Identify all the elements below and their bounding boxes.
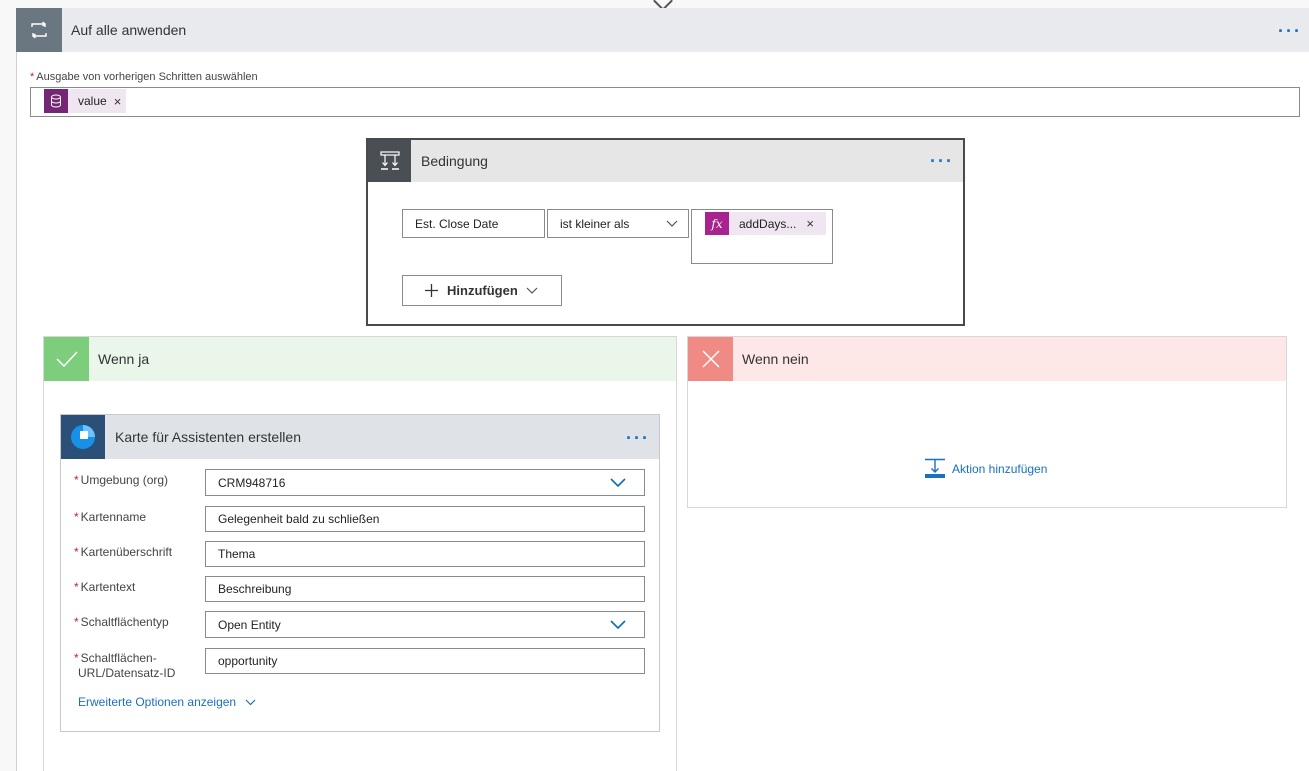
- advanced-options-link[interactable]: Erweiterte Optionen anzeigen: [78, 695, 256, 709]
- add-condition-label: Hinzufügen: [447, 283, 518, 298]
- button-type-value: Open Entity: [218, 617, 281, 632]
- field-label-text: Kartenname: [80, 510, 147, 524]
- output-field-label: * Ausgabe von vorherigen Schritten auswäh…: [30, 71, 258, 83]
- add-action-icon: [925, 458, 945, 478]
- condition-operator-dropdown[interactable]: ist kleiner als: [547, 209, 689, 238]
- value-token[interactable]: value ×: [44, 89, 127, 113]
- field-label-button-url: * Schaltflächen- URL/Datensatz-ID: [74, 651, 175, 681]
- field-label-environment: * Umgebung (org): [74, 473, 168, 487]
- field-label-text: Kartentext: [80, 580, 136, 594]
- field-label-button-type: * Schaltflächentyp: [74, 615, 169, 629]
- condition-menu-button[interactable]: ···: [930, 152, 954, 170]
- condition-title: Bedingung: [421, 153, 488, 169]
- value-token-label: value: [78, 94, 107, 108]
- required-mark: *: [74, 473, 79, 487]
- card-text-input[interactable]: Beschreibung: [205, 576, 645, 602]
- apply-to-each-title: Auf alle anwenden: [71, 22, 187, 38]
- loop-icon: [16, 8, 62, 52]
- create-assistant-card: [60, 414, 660, 732]
- required-mark: *: [30, 71, 35, 83]
- adddays-token-label: addDays...: [739, 216, 797, 231]
- chevron-down-icon: [666, 220, 678, 227]
- fx-icon: fx: [705, 212, 729, 235]
- yes-branch-title: Wenn ja: [98, 351, 150, 367]
- no-branch-title: Wenn nein: [742, 351, 809, 367]
- add-action-label: Aktion hinzufügen: [952, 461, 1048, 476]
- add-action-button[interactable]: Aktion hinzufügen: [924, 458, 1047, 479]
- apply-to-each-header[interactable]: [16, 8, 1309, 52]
- apply-to-each-menu-button[interactable]: ···: [1278, 22, 1302, 40]
- adddays-token[interactable]: fx addDays... ×: [705, 212, 826, 235]
- condition-left-operand[interactable]: Est. Close Date: [402, 209, 545, 238]
- add-condition-button[interactable]: Hinzufügen: [402, 275, 562, 306]
- chevron-down-icon: [610, 620, 626, 630]
- close-icon: [688, 337, 733, 381]
- required-mark: *: [74, 510, 79, 524]
- environment-dropdown[interactable]: CRM948716: [205, 469, 645, 496]
- chevron-down-icon: [526, 287, 538, 294]
- field-label-card-heading: * Kartenüberschrift: [74, 545, 172, 559]
- required-mark: *: [74, 580, 79, 594]
- field-label-text: URL/Datensatz-ID: [78, 666, 176, 680]
- button-type-dropdown[interactable]: Open Entity: [205, 611, 645, 638]
- chevron-down-icon: [245, 699, 256, 705]
- card-heading-input[interactable]: Thema: [205, 541, 645, 567]
- remove-token-button[interactable]: ×: [806, 216, 814, 231]
- operator-value: ist kleiner als: [560, 216, 630, 231]
- checkmark-icon: [44, 337, 89, 381]
- database-icon: [44, 89, 68, 113]
- plus-icon: [425, 284, 438, 297]
- field-label-text: Umgebung (org): [80, 473, 169, 487]
- required-mark: *: [74, 615, 79, 629]
- required-mark: *: [74, 651, 79, 665]
- required-mark: *: [74, 545, 79, 559]
- condition-icon: [368, 140, 411, 182]
- card-title: Karte für Assistenten erstellen: [115, 429, 301, 445]
- field-label-text: Schaltflächen-: [80, 651, 157, 665]
- environment-value: CRM948716: [218, 475, 286, 490]
- fx-icon-text: fx: [711, 216, 723, 231]
- output-label-text: Ausgabe von vorherigen Schritten auswähl…: [36, 71, 258, 83]
- remove-token-button[interactable]: ×: [114, 94, 122, 109]
- output-input[interactable]: [30, 87, 1300, 117]
- chevron-down-icon: [610, 478, 626, 488]
- button-url-input[interactable]: opportunity: [205, 648, 645, 674]
- card-menu-button[interactable]: ···: [626, 429, 650, 447]
- advanced-options-label: Erweiterte Optionen anzeigen: [78, 695, 237, 709]
- field-label-card-text: * Kartentext: [74, 580, 135, 594]
- dynamics-assistant-icon: [61, 415, 105, 459]
- card-name-input[interactable]: Gelegenheit bald zu schließen: [205, 506, 645, 532]
- field-label-card-name: * Kartenname: [74, 510, 146, 524]
- field-label-text: Schaltflächentyp: [80, 615, 169, 629]
- field-label-text: Kartenüberschrift: [80, 545, 173, 559]
